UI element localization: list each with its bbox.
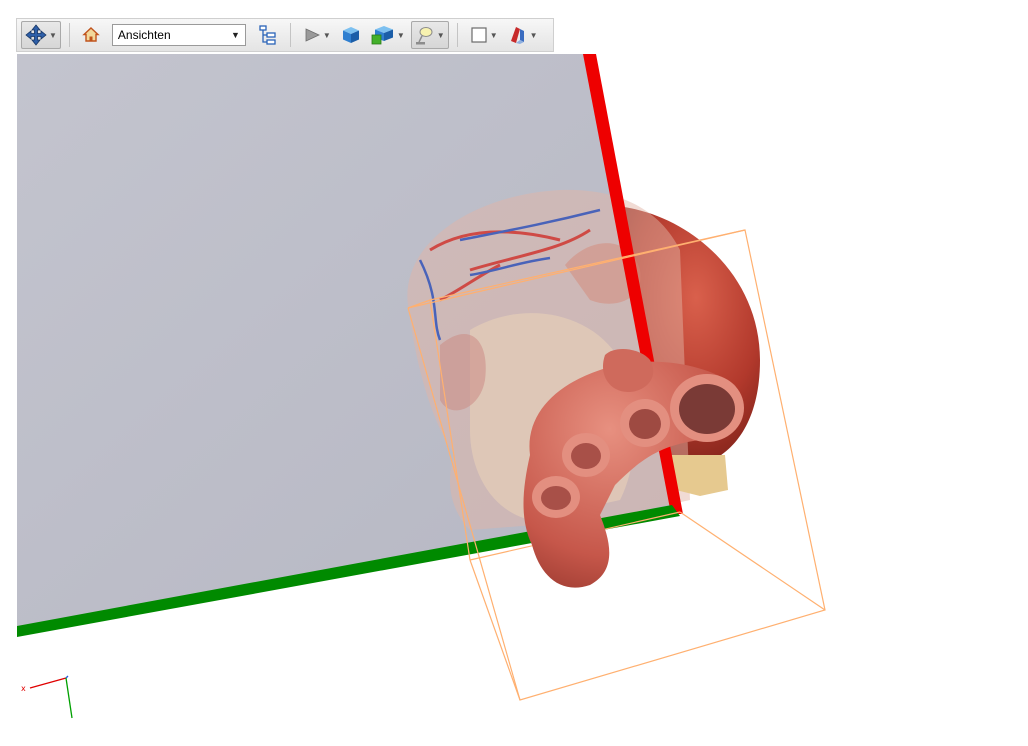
chevron-down-icon: ▼ [322,30,331,40]
chevron-down-icon: ▼ [396,30,405,40]
lighting-button[interactable]: ▼ [410,21,449,49]
chevron-down-icon: ▼ [231,30,240,40]
background-color-button[interactable]: ▼ [466,21,502,49]
views-select-value: Ansichten [117,28,171,42]
background-color-icon [471,27,487,43]
vessel-opening-2 [620,399,670,447]
render-mode-icon [371,26,393,45]
navigation-mode-button[interactable]: ▼ [21,21,61,49]
3d-viewport[interactable]: x [0,0,1028,746]
play-icon [305,28,320,42]
lighting-icon [415,27,433,45]
chevron-down-icon: ▼ [489,30,498,40]
render-mode-button[interactable]: ▼ [367,21,409,49]
model-tree-button[interactable] [254,21,282,49]
axis-triad: x [21,675,73,719]
cross-section-button[interactable]: ▼ [504,21,542,49]
chevron-down-icon: ▼ [436,30,445,40]
play-animation-button[interactable]: ▼ [299,21,335,49]
chevron-down-icon: ▼ [49,30,57,40]
axis-x-label: x [21,684,26,693]
vessel-opening-4 [532,476,580,518]
model-tree-icon [259,25,276,45]
solid-render-button[interactable] [337,21,365,49]
toolbar: ▼ Ansichten ▼ ▼ ▼ ▼ ▼ ▼ [16,18,554,52]
toolbar-separator [68,23,70,47]
cross-section-icon [510,27,524,44]
toolbar-separator [456,23,458,47]
vessel-opening-3 [562,433,610,477]
toolbar-separator [289,23,291,47]
vessel-opening-1 [670,374,744,442]
home-icon [82,27,100,42]
move-icon [25,24,47,46]
views-select[interactable]: Ansichten ▼ [111,24,246,46]
solid-box-icon [342,27,359,43]
home-view-button[interactable] [78,21,104,49]
chevron-down-icon: ▼ [529,30,538,40]
